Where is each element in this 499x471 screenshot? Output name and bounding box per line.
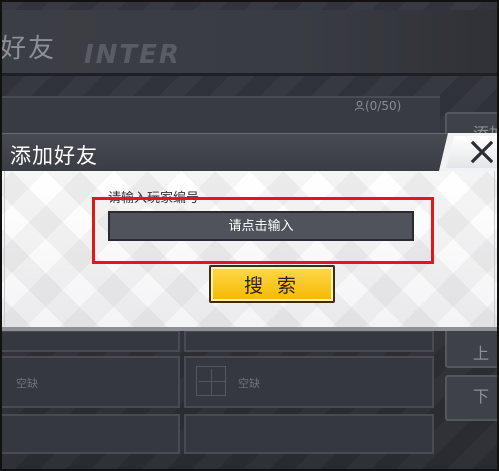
background-top-bar	[0, 10, 499, 76]
background-slot-3-label: 空缺	[16, 377, 38, 390]
background-page-up-label: 上	[473, 344, 490, 363]
background-slot-4-plus-icon	[196, 366, 226, 396]
background-slot-5	[0, 414, 180, 454]
background-page-down-label: 下	[473, 387, 490, 406]
background-slot-6	[184, 414, 434, 454]
background-slot-4-label: 空缺	[238, 377, 260, 390]
add-friend-dialog: 添加好友 请输入玩家编号 搜 索	[2, 133, 497, 331]
background-title: 好友	[0, 34, 57, 64]
search-button[interactable]: 搜 索	[209, 265, 335, 303]
close-icon[interactable]	[470, 140, 494, 164]
input-highlight-box	[92, 197, 434, 264]
background-logo-text: INTER	[84, 40, 181, 70]
background-slot-1	[0, 330, 180, 352]
dialog-title: 添加好友	[10, 144, 98, 168]
person-icon	[354, 100, 365, 111]
background-page-down-button[interactable]: 下	[445, 375, 499, 421]
friend-count-text: (0/50)	[365, 99, 402, 113]
dialog-body: 请输入玩家编号 搜 索	[2, 171, 497, 331]
background-slot-2	[184, 330, 434, 352]
dialog-header: 添加好友	[2, 133, 497, 171]
search-button-label: 搜 索	[243, 274, 301, 297]
friend-count: (0/50)	[354, 99, 401, 113]
